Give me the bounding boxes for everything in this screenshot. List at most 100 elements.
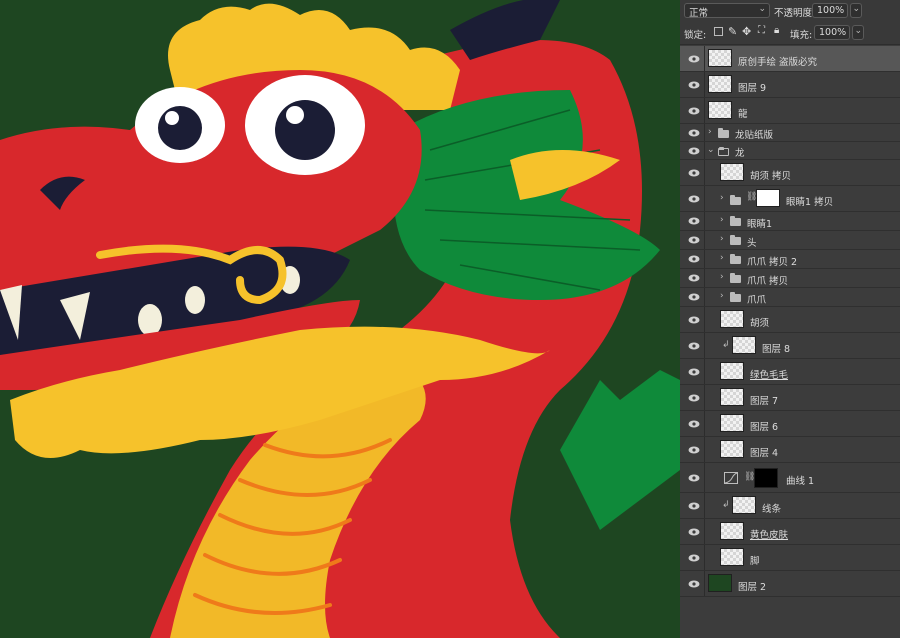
layer-group-row[interactable]: › 眼睛1: [680, 212, 900, 231]
folder-icon: [730, 216, 741, 226]
eye-icon[interactable]: [688, 528, 700, 536]
eye-icon[interactable]: [688, 55, 700, 63]
expand-arrow-icon[interactable]: ›: [720, 253, 724, 263]
expand-arrow-icon[interactable]: ›: [720, 272, 724, 282]
layer-row[interactable]: ⛓ 曲线 1: [680, 463, 900, 493]
folder-icon: [730, 292, 741, 302]
layer-name: 黄色皮肤: [750, 530, 789, 541]
eye-icon[interactable]: [688, 342, 700, 350]
lock-image-pixels-icon[interactable]: ✎: [728, 25, 737, 38]
eye-icon[interactable]: [688, 446, 700, 454]
layer-row[interactable]: ↲ 图层 8: [680, 333, 900, 359]
eye-icon[interactable]: [688, 107, 700, 115]
mask-thumbnail[interactable]: [756, 189, 780, 207]
layer-group-row[interactable]: ⌄ 龙: [680, 142, 900, 160]
blend-mode-value: 正常: [689, 8, 709, 19]
layer-row[interactable]: 脚: [680, 545, 900, 571]
chevron-down-icon: ⌄: [854, 26, 862, 36]
opacity-field[interactable]: 100%: [812, 3, 848, 18]
eye-icon[interactable]: [688, 255, 700, 263]
eye-icon[interactable]: [688, 420, 700, 428]
layer-row[interactable]: 龍: [680, 98, 900, 124]
layer-row[interactable]: 图层 6: [680, 411, 900, 437]
eye-icon[interactable]: [688, 195, 700, 203]
mask-thumbnail[interactable]: [754, 468, 778, 488]
layer-row[interactable]: 图层 9: [680, 72, 900, 98]
eye-icon[interactable]: [688, 394, 700, 402]
eye-icon[interactable]: [688, 502, 700, 510]
opacity-value: 100%: [817, 5, 845, 16]
clipping-mask-icon: ↲: [722, 500, 730, 510]
eye-icon[interactable]: [688, 580, 700, 588]
layer-row[interactable]: 图层 7: [680, 385, 900, 411]
chevron-down-icon: ⌄: [758, 4, 766, 14]
layer-thumbnail: [720, 362, 744, 380]
expand-arrow-icon[interactable]: ›: [720, 193, 724, 203]
layer-name: 曲线 1: [786, 476, 815, 487]
layer-name: 原创手绘 盗版必究: [738, 57, 818, 68]
layer-name: 头: [747, 238, 757, 249]
clipping-mask-icon: ↲: [722, 340, 730, 350]
blend-mode-dropdown[interactable]: 正常 ⌄: [684, 3, 770, 19]
opacity-dropdown-button[interactable]: ⌄: [850, 3, 862, 18]
layer-row[interactable]: 绿色毛毛: [680, 359, 900, 385]
layer-thumbnail: [720, 414, 744, 432]
expand-arrow-icon[interactable]: ›: [720, 291, 724, 301]
layer-name: 图层 9: [738, 83, 767, 94]
layer-row[interactable]: ↲ 线条: [680, 493, 900, 519]
collapse-arrow-icon[interactable]: ⌄: [707, 145, 715, 155]
lock-label: 锁定:: [684, 30, 707, 41]
layer-group-row[interactable]: › 爪爪 拷贝 2: [680, 250, 900, 269]
eye-icon[interactable]: [688, 474, 700, 482]
lock-artboard-icon[interactable]: ⛶: [758, 25, 765, 36]
layer-row[interactable]: 图层 2: [680, 571, 900, 597]
fill-field[interactable]: 100%: [814, 25, 850, 40]
eye-icon[interactable]: [688, 293, 700, 301]
eye-icon[interactable]: [688, 274, 700, 282]
layer-thumbnail: [720, 163, 744, 181]
folder-icon: [718, 128, 729, 138]
eye-icon[interactable]: [688, 236, 700, 244]
eye-icon[interactable]: [688, 129, 700, 137]
layer-name: 胡须 拷贝: [750, 171, 792, 182]
eye-icon[interactable]: [688, 147, 700, 155]
layer-name: 爪爪: [747, 295, 767, 306]
chevron-down-icon: ⌄: [852, 4, 860, 14]
layer-name: 眼睛1 拷贝: [786, 197, 834, 208]
layer-row[interactable]: 图层 4: [680, 437, 900, 463]
fill-dropdown-button[interactable]: ⌄: [852, 25, 864, 40]
layer-thumbnail: [732, 496, 756, 514]
lock-transparent-pixels-icon[interactable]: [714, 27, 723, 36]
layer-group-row[interactable]: › 头: [680, 231, 900, 250]
blend-options-bar: 正常 ⌄ 不透明度: 100% ⌄: [680, 0, 900, 23]
layer-name: 龙贴纸版: [735, 130, 774, 141]
eye-icon[interactable]: [688, 554, 700, 562]
layer-row[interactable]: 胡须: [680, 307, 900, 333]
layer-row[interactable]: 原创手绘 盗版必究: [680, 46, 900, 72]
layer-row[interactable]: 黄色皮肤: [680, 519, 900, 545]
layer-group-row[interactable]: › 龙贴纸版: [680, 124, 900, 142]
layer-name: 龍: [738, 109, 748, 120]
eye-icon[interactable]: [688, 81, 700, 89]
expand-arrow-icon[interactable]: ›: [720, 215, 724, 225]
document-canvas[interactable]: [0, 0, 680, 638]
layer-group-row[interactable]: › 爪爪 拷贝: [680, 269, 900, 288]
eye-icon[interactable]: [688, 217, 700, 225]
folder-icon: [730, 195, 741, 205]
dragon-illustration: [0, 0, 680, 638]
fill-value: 100%: [819, 27, 847, 38]
lock-all-icon[interactable]: 🔒︎: [774, 25, 779, 36]
layer-thumbnail: [720, 522, 744, 540]
layer-thumbnail: [720, 548, 744, 566]
layer-row[interactable]: 胡须 拷贝: [680, 160, 900, 186]
eye-icon[interactable]: [688, 169, 700, 177]
eye-icon[interactable]: [688, 316, 700, 324]
layer-thumbnail: [732, 336, 756, 354]
layer-group-row[interactable]: › 爪爪: [680, 288, 900, 307]
lock-position-icon[interactable]: ✥: [742, 25, 751, 38]
expand-arrow-icon[interactable]: ›: [720, 234, 724, 244]
layer-name: 图层 2: [738, 582, 767, 593]
layer-group-row[interactable]: › ⛓ 眼睛1 拷贝: [680, 186, 900, 212]
expand-arrow-icon[interactable]: ›: [708, 127, 712, 137]
eye-icon[interactable]: [688, 368, 700, 376]
